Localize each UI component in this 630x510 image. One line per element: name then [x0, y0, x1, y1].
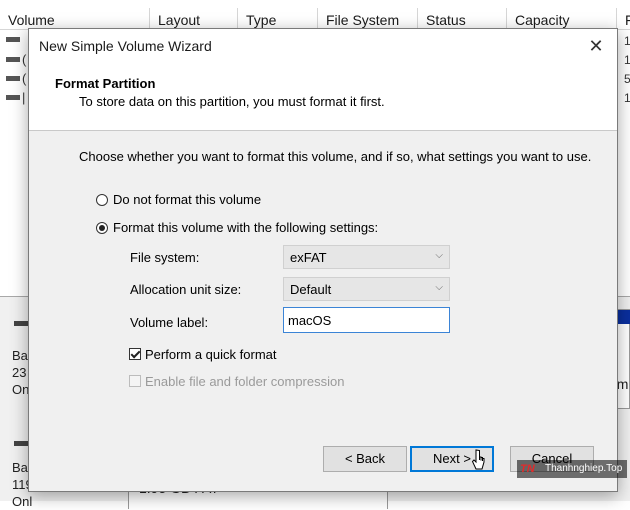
disk-size: 23 — [12, 365, 27, 380]
volume-icon — [6, 57, 20, 62]
checkbox-label: Enable file and folder compression — [145, 374, 345, 389]
column-free-space[interactable]: F — [617, 8, 630, 30]
watermark: TN Thanhnghiep.Top — [517, 460, 627, 478]
new-simple-volume-wizard: New Simple Volume Wizard ✕ Format Partit… — [28, 28, 618, 492]
checkbox-label: Perform a quick format — [145, 347, 277, 362]
column-file-system[interactable]: File System — [318, 8, 418, 30]
watermark-logo: TN — [520, 463, 535, 475]
page-subtitle: To store data on this partition, you mus… — [79, 94, 385, 109]
volume-list-header: Volume Layout Type File System Status Ca… — [0, 8, 630, 30]
wizard-header: Format Partition To store data on this p… — [29, 63, 617, 131]
page-title: Format Partition — [55, 76, 156, 91]
free-space-value: 1 — [624, 53, 630, 67]
back-button[interactable]: < Back — [323, 446, 407, 472]
radio-button[interactable] — [96, 194, 108, 206]
radio-button[interactable] — [96, 222, 108, 234]
column-status[interactable]: Status — [418, 8, 507, 30]
volume-icon — [6, 76, 20, 81]
volume-icon — [6, 37, 20, 42]
column-volume[interactable]: Volume — [0, 8, 150, 30]
free-space-value: 1 — [624, 34, 630, 48]
volume-name: ( — [22, 71, 27, 86]
free-space-value: 1 — [624, 91, 630, 105]
disk-type: Ba — [12, 348, 28, 363]
chevron-down-icon: ⌵ — [435, 282, 443, 293]
instruction-text: Choose whether you want to format this v… — [79, 149, 592, 164]
radio-label: Do not format this volume — [113, 192, 262, 207]
disk-status: On — [12, 382, 30, 397]
checkbox[interactable] — [129, 348, 141, 360]
mouse-cursor-icon — [471, 449, 485, 470]
chevron-down-icon: ⌵ — [435, 250, 443, 261]
dialog-titlebar[interactable]: New Simple Volume Wizard ✕ — [29, 29, 617, 63]
column-type[interactable]: Type — [238, 8, 318, 30]
file-system-label: File system: — [130, 250, 200, 265]
file-system-value: exFAT — [290, 250, 327, 265]
radio-label: Format this volume with the following se… — [113, 220, 379, 235]
disk-type: Ba — [12, 460, 28, 475]
free-space-value: 5 — [624, 72, 630, 86]
allocation-unit-dropdown[interactable]: Default ⌵ — [283, 277, 450, 301]
volume-name: ( — [22, 52, 27, 67]
file-system-dropdown[interactable]: exFAT ⌵ — [283, 245, 450, 269]
volume-name: | — [22, 90, 26, 105]
volume-label-label: Volume label: — [130, 315, 209, 330]
volume-icon — [6, 95, 20, 100]
disk-status: Onl — [12, 494, 33, 509]
close-icon[interactable]: ✕ — [585, 35, 607, 57]
column-capacity[interactable]: Capacity — [507, 8, 617, 30]
allocation-unit-label: Allocation unit size: — [130, 282, 242, 297]
dialog-title: New Simple Volume Wizard — [39, 38, 212, 54]
watermark-text: Thanhnghiep.Top — [545, 463, 623, 474]
checkbox — [129, 375, 141, 387]
allocation-unit-value: Default — [290, 282, 332, 297]
column-layout[interactable]: Layout — [150, 8, 238, 30]
volume-label-input[interactable] — [283, 307, 450, 333]
